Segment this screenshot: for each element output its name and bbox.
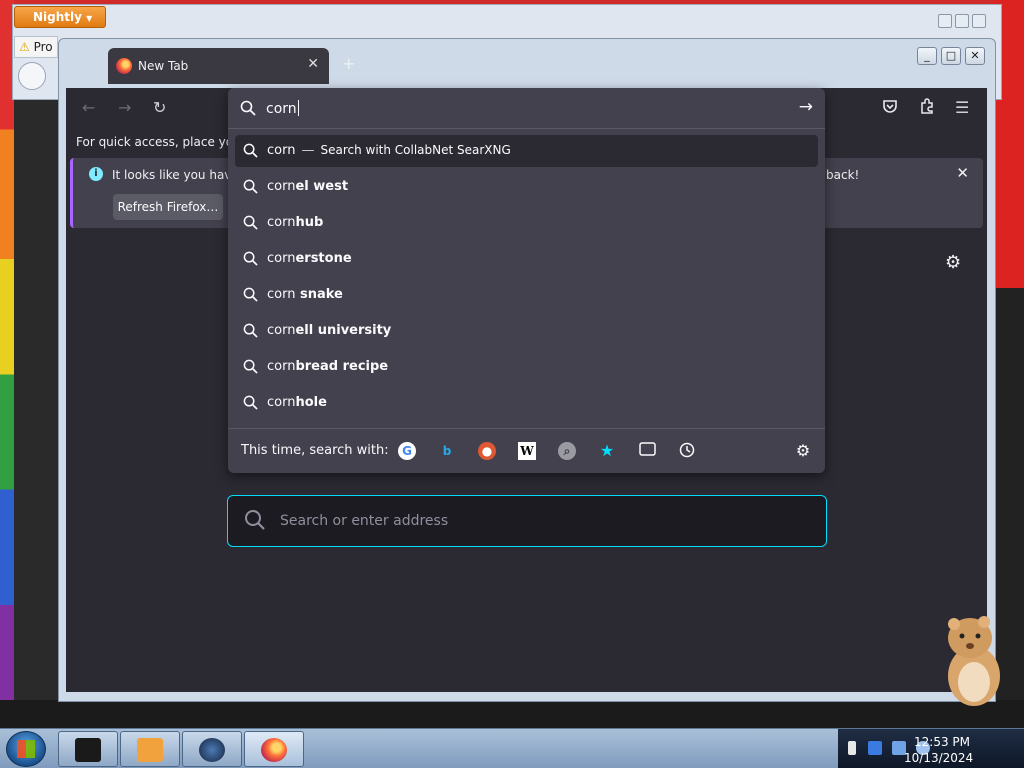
forward-arrow-icon[interactable]: →	[118, 98, 131, 117]
search-action-label: Search with CollabNet SearXNG	[320, 143, 511, 157]
suggestion-completion: ell university	[295, 323, 392, 338]
nightly-menu-button[interactable]: Nightly ▼	[14, 6, 106, 28]
go-arrow-icon[interactable]: →	[799, 97, 813, 117]
background-maximize-button[interactable]	[955, 14, 969, 28]
firefox-icon	[116, 58, 132, 74]
close-tab-icon[interactable]: ✕	[307, 56, 319, 72]
searxng-icon[interactable]: ⌕	[558, 442, 576, 460]
search-icon	[243, 179, 258, 198]
pocket-icon[interactable]	[882, 98, 898, 118]
clock-date[interactable]: 10/13/2024	[904, 751, 973, 765]
desktop-background-left	[0, 0, 14, 720]
suggestion-prefix: corn	[267, 287, 296, 302]
suggestion-prefix: corn	[267, 215, 296, 230]
search-settings-gear-icon[interactable]: ⚙	[794, 442, 812, 460]
background-close-button[interactable]	[972, 14, 986, 28]
suggestion-prefix: corn	[267, 359, 296, 374]
one-off-search-engines: This time, search with: G b ● W ⌕ ★ ⚙	[228, 428, 825, 473]
divider	[228, 128, 825, 129]
tab-new-tab[interactable]: New Tab ✕	[108, 48, 329, 84]
taskbar-item-globe[interactable]	[182, 731, 242, 767]
menu-hamburger-icon[interactable]: ☰	[955, 98, 969, 117]
maximize-button[interactable]: □	[941, 47, 961, 65]
refresh-firefox-button[interactable]: Refresh Firefox…	[113, 194, 223, 220]
globe-icon	[199, 738, 225, 762]
history-clock-icon[interactable]	[678, 442, 696, 460]
back-arrow-icon[interactable]: ←	[82, 98, 95, 117]
search-icon	[243, 215, 258, 234]
suggestion-completion: erstone	[295, 251, 352, 266]
newtab-settings-gear-icon[interactable]: ⚙	[945, 252, 961, 273]
bing-icon[interactable]: b	[438, 442, 456, 460]
suggestion-completion: el west	[295, 179, 349, 194]
tray-expand-icon[interactable]	[848, 741, 856, 755]
suggestion-completion: hole	[295, 395, 327, 410]
desktop-background-bottom	[0, 700, 1024, 728]
suggestion-item[interactable]: cornerstone	[235, 243, 818, 275]
bookmarks-star-icon[interactable]: ★	[598, 442, 616, 460]
new-tab-button[interactable]: +	[342, 54, 355, 73]
suggestion-prefix: corn	[267, 395, 296, 410]
taskbar-item-media-player[interactable]	[120, 731, 180, 767]
search-icon	[240, 100, 256, 120]
close-notice-icon[interactable]: ✕	[956, 164, 969, 182]
tab-title: New Tab	[138, 59, 189, 73]
tabs-icon[interactable]	[638, 442, 656, 460]
suggestion-item[interactable]: cornhub	[235, 207, 818, 239]
suggestion-completion: snake	[295, 287, 343, 302]
url-input-value: corn	[266, 101, 297, 117]
notice-message: It looks like you haven	[112, 168, 247, 182]
suggestion-prefix: corn	[267, 323, 296, 338]
terminal-icon	[75, 738, 101, 762]
close-window-button[interactable]: ✕	[965, 47, 985, 65]
suggestion-item[interactable]: cornel west	[235, 171, 818, 203]
warning-icon: ⚠	[19, 40, 30, 54]
start-button[interactable]	[6, 731, 46, 767]
taskbar: 12:53 PM 10/13/2024	[0, 728, 1024, 768]
search-icon	[243, 323, 258, 342]
background-tab[interactable]: ⚠ Pro	[14, 36, 58, 58]
text-caret	[297, 100, 299, 116]
taskbar-item-terminal[interactable]	[58, 731, 118, 767]
clock-time[interactable]: 12:53 PM	[914, 735, 970, 749]
suggestion-search-action[interactable]: corn — Search with CollabNet SearXNG	[235, 135, 818, 167]
suggestion-completion: bread recipe	[295, 359, 389, 374]
media-player-icon	[137, 738, 163, 762]
search-placeholder: Search or enter address	[280, 513, 449, 529]
search-icon	[243, 251, 258, 270]
suggestion-completion: hub	[295, 215, 324, 230]
suggestion-prefix: corn	[267, 251, 296, 266]
search-icon	[243, 359, 258, 378]
firefox-icon	[261, 738, 287, 762]
info-icon: i	[89, 167, 103, 181]
search-icon	[243, 287, 258, 306]
taskbar-item-firefox[interactable]	[244, 731, 304, 767]
duckduckgo-icon[interactable]: ●	[478, 442, 496, 460]
newtab-search-box[interactable]: Search or enter address	[227, 495, 827, 547]
typed-term: corn	[267, 143, 296, 158]
url-input[interactable]: corn →	[228, 88, 825, 128]
notice-message-end: back!	[826, 168, 860, 182]
windows-logo-icon	[17, 740, 35, 758]
suggestion-item[interactable]: corn snake	[235, 279, 818, 311]
search-icon	[243, 143, 258, 162]
wikipedia-icon[interactable]: W	[518, 442, 536, 460]
urlbar-dropdown: corn → corn — Search with CollabNet SearXN…	[228, 88, 825, 473]
background-back-button[interactable]	[18, 62, 46, 90]
hamster-sticker	[948, 616, 1000, 706]
search-with-label: This time, search with:	[241, 443, 389, 458]
suggestion-item[interactable]: cornbread recipe	[235, 351, 818, 383]
suggestion-item[interactable]: cornell university	[235, 315, 818, 347]
google-icon[interactable]: G	[398, 442, 416, 460]
reload-icon[interactable]: ↻	[153, 98, 166, 117]
background-minimize-button[interactable]	[938, 14, 952, 28]
minimize-button[interactable]: _	[917, 47, 937, 65]
network-icon[interactable]	[868, 741, 882, 755]
suggestion-item[interactable]: cornhole	[235, 387, 818, 419]
search-icon	[244, 509, 266, 535]
extensions-icon[interactable]	[919, 98, 935, 118]
search-icon	[243, 395, 258, 414]
suggestion-prefix: corn	[267, 179, 296, 194]
